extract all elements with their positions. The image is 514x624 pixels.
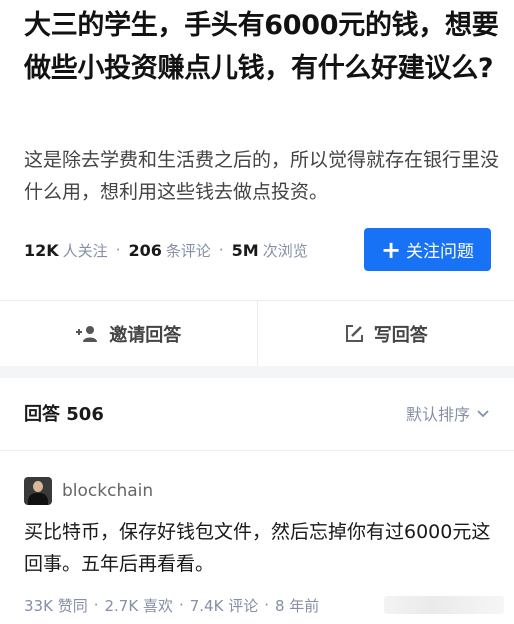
answers-count: 回答 506 <box>24 404 104 425</box>
question-stats: 12K 人关注 · 206 条评论 · 5M 次浏览 <box>24 234 308 266</box>
like-count: 2.7K 喜欢 <box>104 596 173 615</box>
write-answer-label: 写回答 <box>373 324 428 346</box>
sort-dropdown[interactable]: 默认排序 <box>406 401 490 425</box>
comments-count: 206 <box>128 240 162 260</box>
answer-author[interactable]: blockchain <box>24 474 153 508</box>
views-label: 次浏览 <box>262 241 308 260</box>
separator-dot: · <box>218 241 224 259</box>
answers-header: 回答 506 默认排序 <box>24 396 490 430</box>
question-action-bar: 邀请回答 写回答 <box>0 300 514 366</box>
comment-count[interactable]: 7.4K 评论 <box>190 595 258 616</box>
separator-dot: · <box>178 596 184 614</box>
author-name[interactable]: blockchain <box>62 481 153 501</box>
separator-dot: · <box>93 596 99 614</box>
invite-answer-label: 邀请回答 <box>109 324 182 346</box>
comments-label[interactable]: 条评论 <box>166 240 211 261</box>
section-gap <box>0 366 514 378</box>
answer-time: 8 年前 <box>274 596 320 615</box>
avatar[interactable] <box>24 477 52 505</box>
separator-dot: · <box>115 241 121 259</box>
write-answer-button[interactable]: 写回答 <box>256 301 514 366</box>
question-description: 这是除去学费和生活费之后的，所以觉得就存在银行里没什么用，想利用这些钱去做点投资… <box>24 149 500 203</box>
upvote-count: 33K 赞同 <box>24 596 88 615</box>
separator-dot: · <box>264 596 269 614</box>
add-user-icon <box>76 325 98 342</box>
sort-label: 默认排序 <box>405 405 470 424</box>
question-title: 大三的学生，手头有6000元的钱，想要做些小投资赚点儿钱，有什么好建议么? <box>24 10 499 84</box>
blurred-region <box>384 596 504 614</box>
followers-count: 12K <box>24 240 59 260</box>
follow-button-label: 关注问题 <box>406 242 475 262</box>
chevron-down-icon <box>477 410 489 418</box>
views-count: 5M <box>231 240 259 260</box>
answer-meta: 33K 赞同 · 2.7K 喜欢 · 7.4K 评论 · 8 年前 <box>24 590 319 620</box>
edit-icon <box>345 324 363 342</box>
follow-question-button[interactable]: + 关注问题 <box>364 228 491 271</box>
divider <box>0 450 514 451</box>
answer-content[interactable]: 买比特币，保存好钱包文件，然后忘掉你有过6000元这回事。五年后再看看。 <box>24 516 504 580</box>
followers-label: 人关注 <box>62 241 108 260</box>
invite-answer-button[interactable]: 邀请回答 <box>0 301 257 366</box>
plus-icon: + <box>380 235 402 264</box>
